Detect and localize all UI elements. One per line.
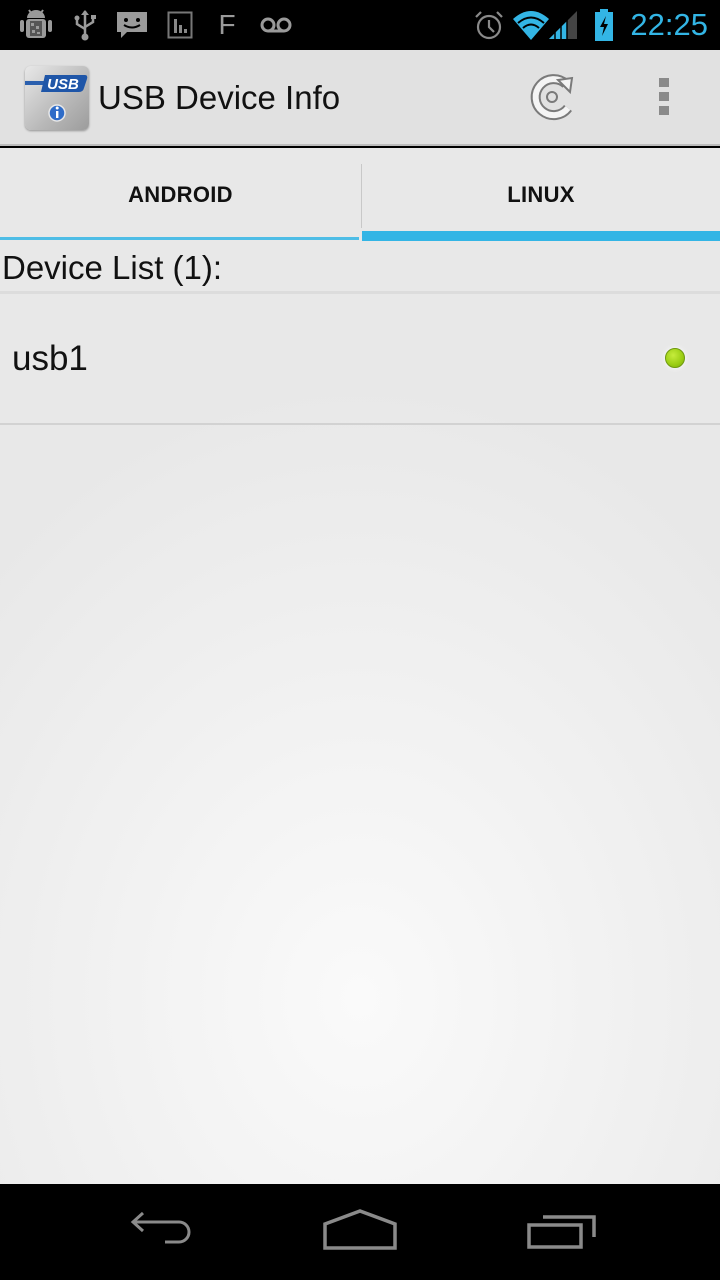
overflow-menu-button[interactable] — [632, 66, 696, 130]
usb-icon — [70, 8, 100, 42]
recent-apps-button[interactable] — [502, 1202, 622, 1262]
recent-apps-icon — [526, 1210, 598, 1255]
back-button[interactable] — [100, 1202, 220, 1262]
navigation-bar — [0, 1184, 720, 1280]
clock-time: 22:25 — [630, 7, 708, 42]
android-debug-icon — [18, 8, 54, 42]
refresh-button[interactable] — [520, 66, 584, 130]
cell-signal-icon — [546, 8, 580, 42]
tab-selected-indicator — [362, 231, 720, 241]
tab-android[interactable]: ANDROID — [0, 148, 361, 242]
back-icon — [125, 1210, 195, 1255]
refresh-icon — [526, 70, 578, 127]
list-divider — [0, 423, 720, 425]
device-status-indicator — [665, 348, 685, 368]
app-title: USB Device Info — [98, 79, 341, 116]
device-list-header: Device List (1): — [2, 249, 223, 286]
action-bar: USB USB Device Info — [0, 50, 720, 146]
tab-underline — [0, 237, 359, 240]
svg-text:USB: USB — [47, 76, 79, 93]
device-name: usb1 — [12, 339, 88, 378]
tab-linux[interactable]: LINUX — [362, 148, 720, 242]
stats-icon — [166, 8, 194, 42]
wifi-icon — [512, 8, 550, 42]
chat-message-icon — [114, 8, 150, 42]
tab-bar: ANDROID LINUX — [0, 148, 720, 242]
battery-charging-icon — [592, 8, 616, 42]
status-bar: F 22:25 — [0, 0, 720, 50]
usb-info-app-icon[interactable]: USB — [25, 66, 89, 130]
alarm-icon — [472, 8, 506, 42]
voicemail-icon — [258, 8, 294, 42]
list-item[interactable]: usb1 — [0, 294, 720, 424]
overflow-menu-icon — [658, 74, 670, 123]
content-area: ANDROID LINUX Device List (1): usb1 — [0, 148, 720, 1184]
home-button[interactable] — [300, 1202, 420, 1262]
f-letter-icon: F — [218, 9, 236, 40]
home-icon — [322, 1208, 398, 1256]
